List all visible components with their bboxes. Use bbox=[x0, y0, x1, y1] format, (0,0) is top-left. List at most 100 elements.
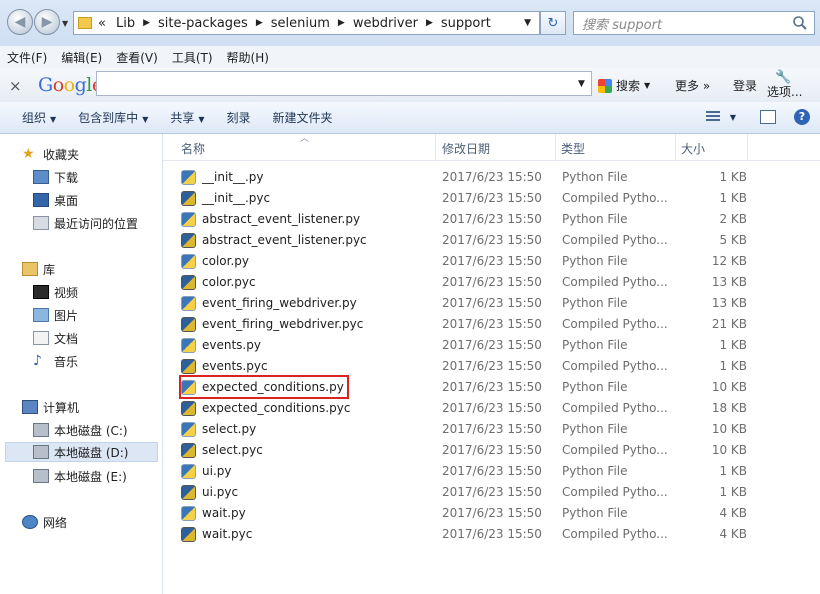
column-header-type[interactable]: 类型 bbox=[561, 140, 585, 157]
file-row[interactable]: abstract_event_listener.py 2017/6/23 15:5… bbox=[163, 209, 820, 230]
preview-pane-icon[interactable] bbox=[760, 110, 776, 124]
chevron-down-icon[interactable]: ▼ bbox=[730, 113, 736, 122]
file-row[interactable]: abstract_event_listener.pyc 2017/6/23 15:… bbox=[163, 230, 820, 251]
help-icon[interactable]: ? bbox=[794, 109, 810, 125]
recent-pages-dropdown[interactable]: ▼ bbox=[62, 19, 70, 28]
breadcrumb-item[interactable]: Lib bbox=[110, 16, 141, 31]
chevron-down-icon: ▼ bbox=[62, 19, 69, 28]
menu-view[interactable]: 查看(V) bbox=[109, 49, 165, 66]
breadcrumb-separator-icon[interactable]: ▶ bbox=[424, 18, 435, 28]
breadcrumb-item[interactable]: selenium bbox=[265, 16, 336, 31]
file-row[interactable]: wait.pyc 2017/6/23 15:50 Compiled Pytho...… bbox=[163, 524, 820, 545]
video-icon bbox=[33, 285, 49, 299]
back-button[interactable]: ◀ bbox=[7, 9, 33, 35]
nav-music[interactable]: ♪ 音乐 bbox=[33, 351, 78, 371]
address-bar[interactable]: « Lib ▶ site-packages ▶ selenium ▶ webdr… bbox=[73, 11, 540, 35]
breadcrumb-separator-icon[interactable]: ▶ bbox=[141, 18, 152, 28]
breadcrumb-separator-icon[interactable]: ▶ bbox=[254, 18, 265, 28]
column-divider[interactable] bbox=[675, 134, 676, 160]
recent-places-icon bbox=[33, 216, 49, 230]
include-in-library-button[interactable]: 包含到库中 ▼ bbox=[67, 109, 159, 126]
options-button[interactable]: 🔧 选项... bbox=[767, 70, 802, 100]
close-toolbar-icon[interactable]: × bbox=[9, 77, 22, 95]
more-button[interactable]: 更多 » bbox=[675, 77, 710, 94]
search-icon[interactable] bbox=[792, 15, 808, 31]
file-size: 13 KB bbox=[711, 296, 747, 310]
google-logo-letter: o bbox=[52, 74, 64, 96]
nav-favorites[interactable]: ★ 收藏夹 bbox=[22, 144, 79, 164]
breadcrumb-separator-icon[interactable]: ▶ bbox=[336, 18, 347, 28]
breadcrumb-item[interactable]: site-packages bbox=[152, 16, 254, 31]
file-row[interactable]: events.pyc 2017/6/23 15:50 Compiled Pytho.… bbox=[163, 356, 820, 377]
python-file-icon bbox=[181, 422, 196, 437]
nav-computer[interactable]: 计算机 bbox=[22, 397, 79, 417]
nav-network[interactable]: 网络 bbox=[22, 512, 67, 532]
file-row[interactable]: events.py 2017/6/23 15:50 Python File 1 KB bbox=[163, 335, 820, 356]
google-history-dropdown-icon[interactable]: ▼ bbox=[578, 79, 585, 89]
google-search-button[interactable]: 搜索 ▼ bbox=[598, 77, 650, 94]
breadcrumb-overflow[interactable]: « bbox=[98, 16, 110, 31]
file-type: Compiled Pytho... bbox=[562, 527, 668, 541]
search-placeholder: 搜索 support bbox=[582, 17, 663, 33]
forward-button[interactable]: ▶ bbox=[34, 9, 60, 35]
nav-videos[interactable]: 视频 bbox=[33, 282, 78, 302]
organize-button[interactable]: 组织 ▼ bbox=[0, 109, 67, 126]
file-row[interactable]: ui.pyc 2017/6/23 15:50 Compiled Pytho... 1 … bbox=[163, 482, 820, 503]
file-row[interactable]: event_firing_webdriver.py 2017/6/23 15:50… bbox=[163, 293, 820, 314]
file-row[interactable]: __init__.py 2017/6/23 15:50 Python File 1 K… bbox=[163, 167, 820, 188]
nav-drive-e[interactable]: 本地磁盘 (E:) bbox=[33, 466, 127, 486]
menu-tools[interactable]: 工具(T) bbox=[165, 49, 220, 66]
file-name: __init__.pyc bbox=[202, 191, 271, 205]
file-size: 4 KB bbox=[719, 527, 747, 541]
nav-documents[interactable]: 文档 bbox=[33, 328, 78, 348]
nav-desktop[interactable]: 桌面 bbox=[33, 190, 78, 210]
compiled-python-file-icon bbox=[181, 485, 196, 500]
file-size: 10 KB bbox=[711, 443, 747, 457]
file-date: 2017/6/23 15:50 bbox=[442, 191, 542, 205]
file-row[interactable]: select.py 2017/6/23 15:50 Python File 10 KB bbox=[163, 419, 820, 440]
nav-drive-d[interactable]: 本地磁盘 (D:) bbox=[5, 442, 158, 462]
nav-libraries[interactable]: 库 bbox=[22, 259, 55, 279]
google-search-input[interactable] bbox=[96, 71, 592, 96]
nav-favorites-label: 收藏夹 bbox=[43, 147, 80, 162]
menu-edit[interactable]: 编辑(E) bbox=[54, 49, 109, 66]
file-row[interactable]: event_firing_webdriver.pyc 2017/6/23 15:5… bbox=[163, 314, 820, 335]
column-header-date[interactable]: 修改日期 bbox=[442, 140, 490, 157]
chevron-down-icon: ▼ bbox=[142, 115, 149, 124]
file-row[interactable]: color.py 2017/6/23 15:50 Python File 12 KB bbox=[163, 251, 820, 272]
nav-recent-places[interactable]: 最近访问的位置 bbox=[33, 213, 138, 233]
column-divider[interactable] bbox=[435, 134, 436, 160]
file-row[interactable]: wait.py 2017/6/23 15:50 Python File 4 KB bbox=[163, 503, 820, 524]
column-divider[interactable] bbox=[555, 134, 556, 160]
burn-button[interactable]: 刻录 bbox=[216, 109, 262, 126]
menu-help[interactable]: 帮助(H) bbox=[220, 49, 276, 66]
file-row[interactable]: select.pyc 2017/6/23 15:50 Compiled Pytho.… bbox=[163, 440, 820, 461]
file-row[interactable]: color.pyc 2017/6/23 15:50 Compiled Pytho..… bbox=[163, 272, 820, 293]
new-folder-button[interactable]: 新建文件夹 bbox=[262, 109, 344, 126]
nav-downloads[interactable]: 下载 bbox=[33, 167, 78, 187]
address-history-dropdown-icon[interactable]: ▼ bbox=[522, 18, 533, 28]
nav-drive-c[interactable]: 本地磁盘 (C:) bbox=[33, 420, 128, 440]
refresh-button[interactable]: ↻ bbox=[540, 11, 566, 35]
share-button[interactable]: 共享 ▼ bbox=[159, 109, 215, 126]
file-name: expected_conditions.pyc bbox=[202, 401, 351, 415]
column-header-size[interactable]: 大小 bbox=[681, 140, 705, 157]
column-header-name[interactable]: 名称 bbox=[181, 140, 205, 157]
view-options-icon[interactable] bbox=[705, 111, 720, 123]
nav-pictures[interactable]: 图片 bbox=[33, 305, 78, 325]
star-icon: ★ bbox=[22, 146, 35, 162]
breadcrumb-item[interactable]: support bbox=[435, 16, 497, 31]
file-row[interactable]: expected_conditions.pyc 2017/6/23 15:50 Co… bbox=[163, 398, 820, 419]
file-row[interactable]: __init__.pyc 2017/6/23 15:50 Compiled Pyth… bbox=[163, 188, 820, 209]
compiled-python-file-icon bbox=[181, 443, 196, 458]
file-size: 4 KB bbox=[719, 506, 747, 520]
file-date: 2017/6/23 15:50 bbox=[442, 359, 542, 373]
search-input[interactable]: 搜索 support bbox=[573, 11, 815, 35]
compiled-python-file-icon bbox=[181, 191, 196, 206]
computer-icon bbox=[22, 400, 38, 414]
column-divider[interactable] bbox=[747, 134, 748, 160]
breadcrumb-item[interactable]: webdriver bbox=[347, 16, 424, 31]
login-button[interactable]: 登录 bbox=[733, 77, 757, 94]
file-row[interactable]: ui.py 2017/6/23 15:50 Python File 1 KB bbox=[163, 461, 820, 482]
menu-file[interactable]: 文件(F) bbox=[0, 49, 54, 66]
